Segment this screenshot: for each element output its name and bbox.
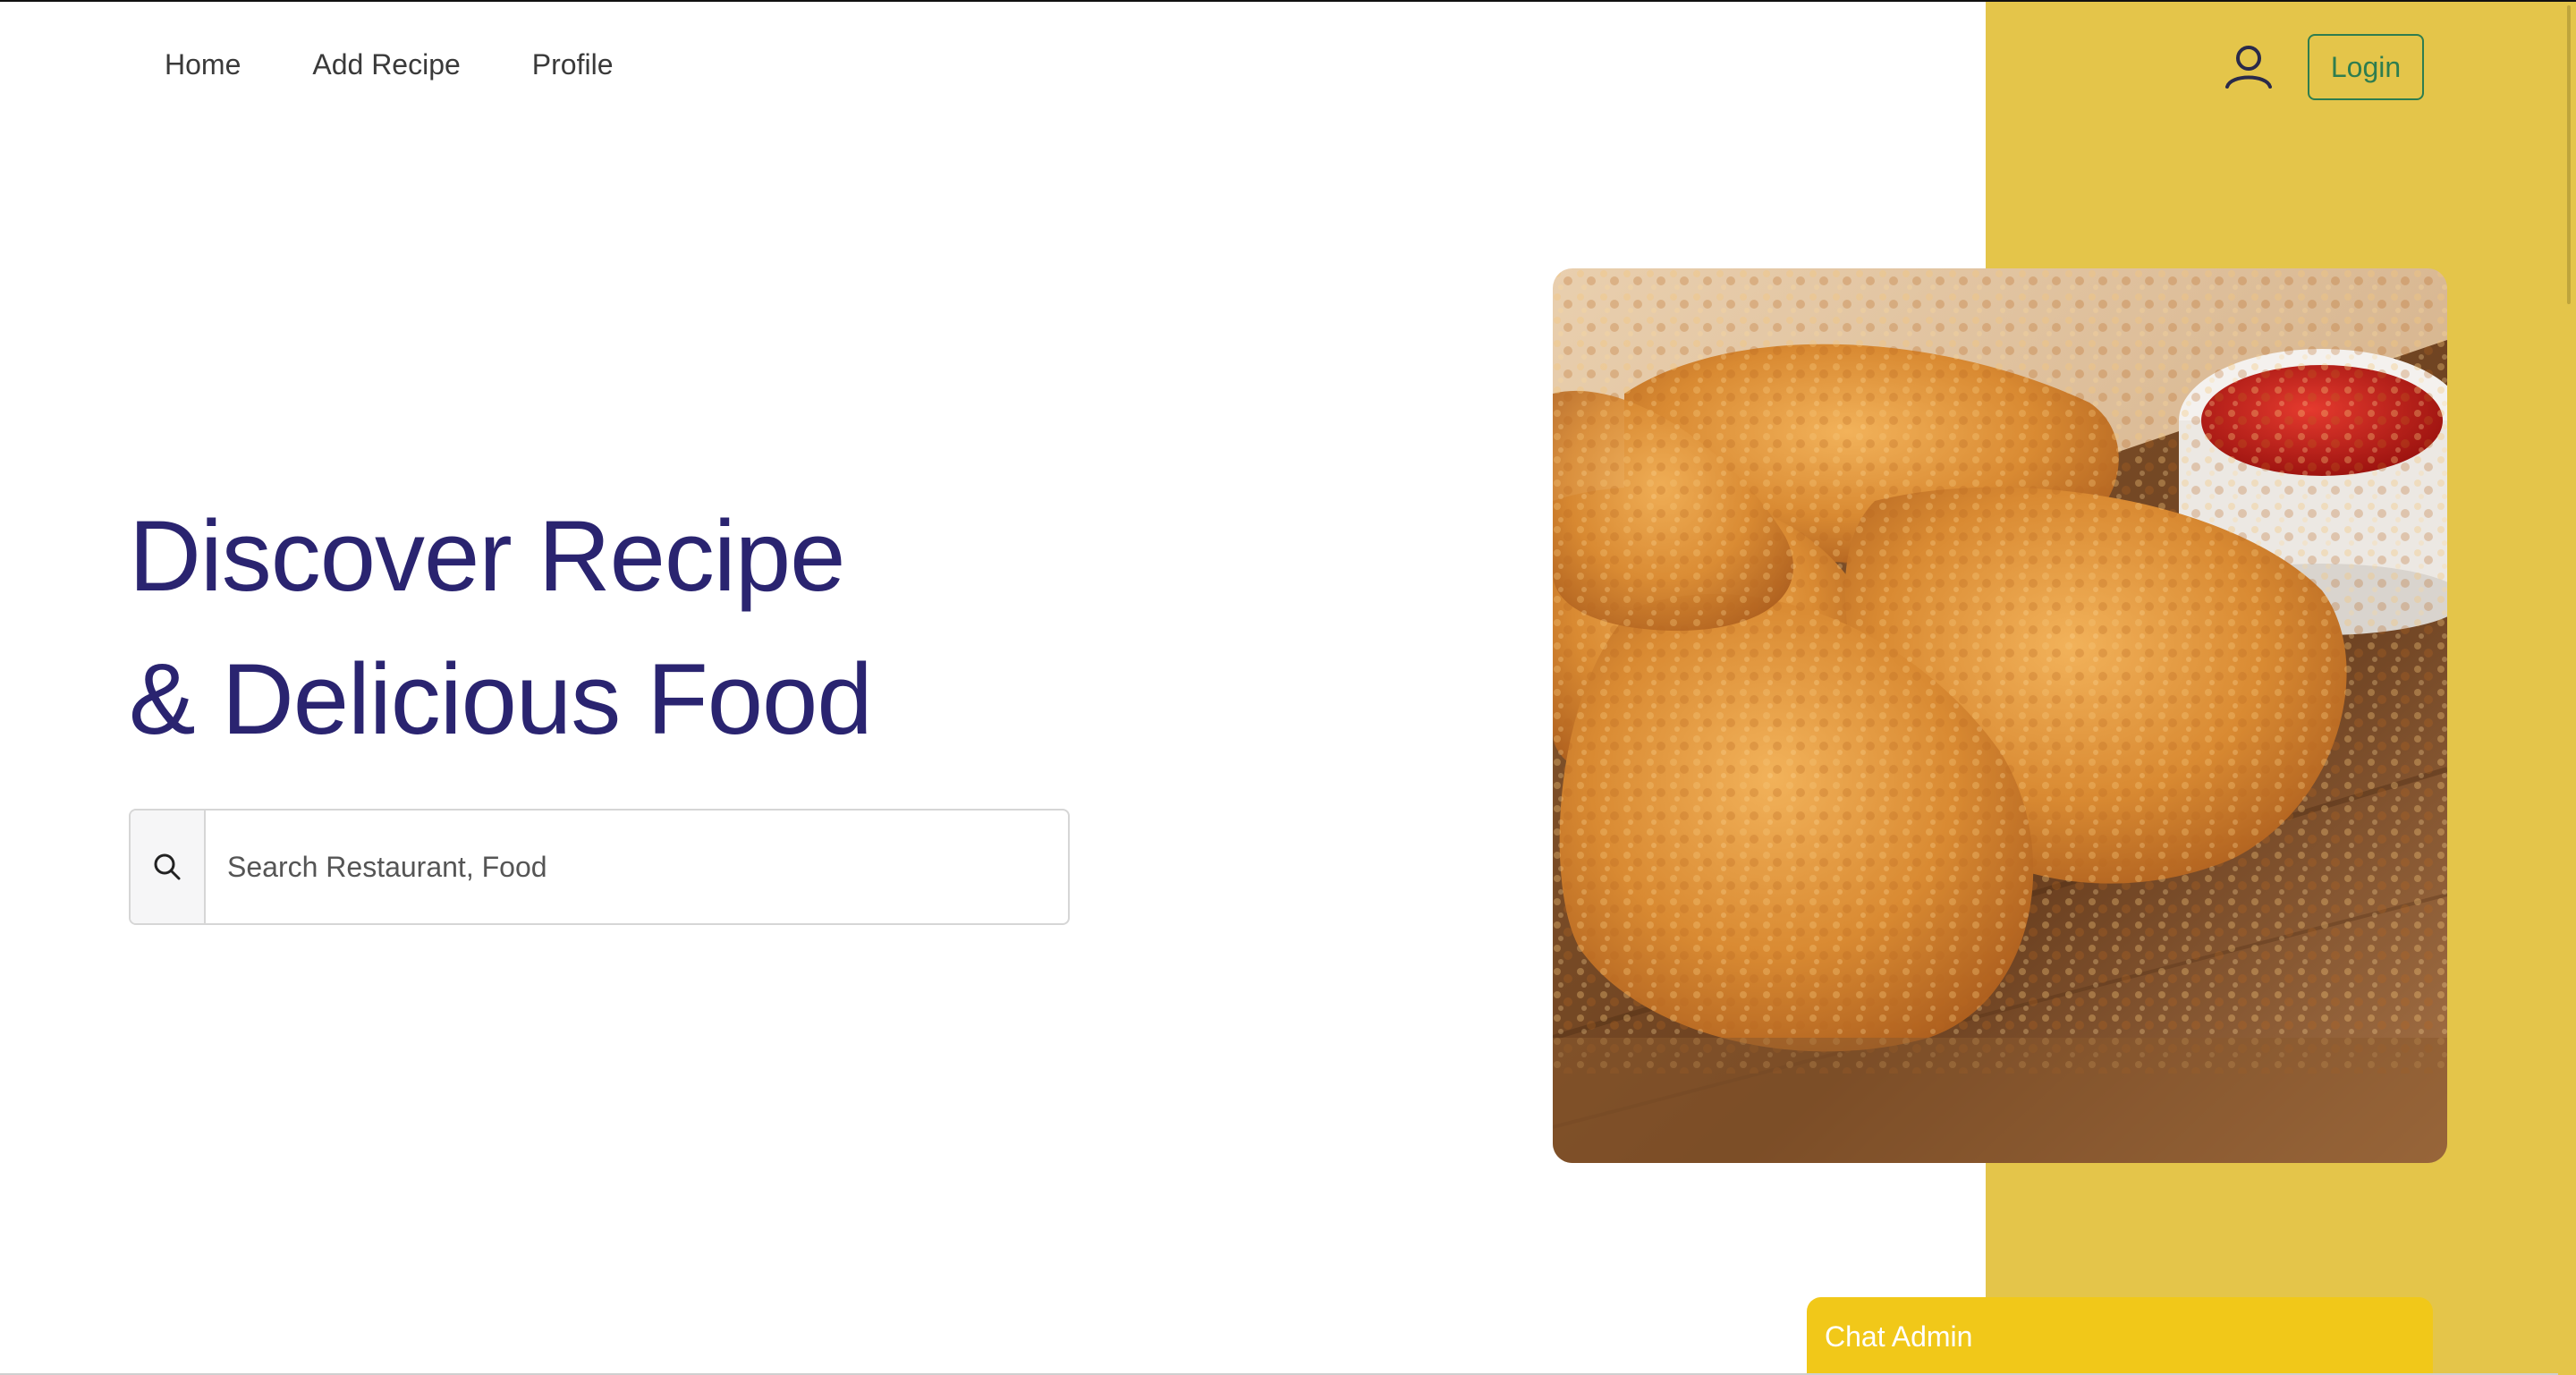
search-bar <box>129 809 1070 925</box>
chat-admin-button[interactable]: Chat Admin <box>1807 1297 2433 1375</box>
hero-title-line-1: Discover Recipe <box>129 500 845 612</box>
nav-home-link[interactable]: Home <box>165 48 241 81</box>
hero-title-line-2: & Delicious Food <box>129 643 873 755</box>
main-nav: Home Add Recipe Profile <box>165 48 614 81</box>
user-icon[interactable] <box>2224 42 2274 92</box>
scrollbar-thumb[interactable] <box>2567 5 2571 304</box>
scrollbar[interactable] <box>2558 2 2576 1375</box>
hero-title: Discover Recipe & Delicious Food <box>129 485 873 771</box>
search-icon[interactable] <box>131 811 206 923</box>
nav-add-recipe-link[interactable]: Add Recipe <box>312 48 460 81</box>
fried-chicken-photo <box>1553 268 2447 1163</box>
login-button[interactable]: Login <box>2308 34 2424 100</box>
landing-page: Home Add Recipe Profile Login Discover R… <box>0 0 2576 1375</box>
search-input[interactable] <box>206 811 1068 923</box>
nav-profile-link[interactable]: Profile <box>532 48 614 81</box>
